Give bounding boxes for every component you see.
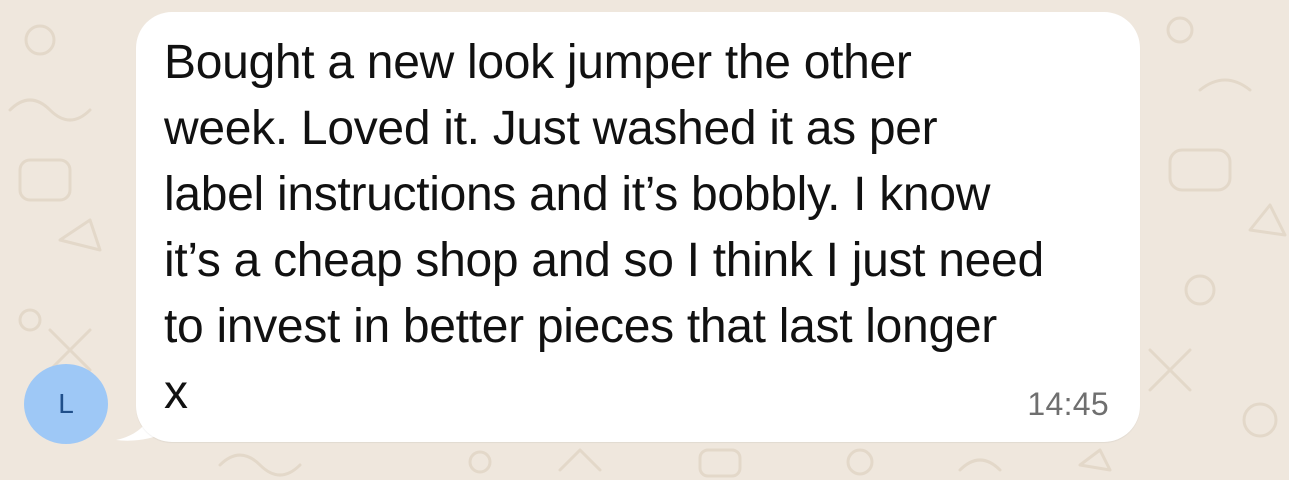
sender-avatar[interactable]: L xyxy=(24,364,108,444)
message-text: Bought a new look jumper the other week.… xyxy=(164,36,1044,419)
message-timestamp: 14:45 xyxy=(1027,386,1109,422)
avatar-initial: L xyxy=(58,388,74,419)
